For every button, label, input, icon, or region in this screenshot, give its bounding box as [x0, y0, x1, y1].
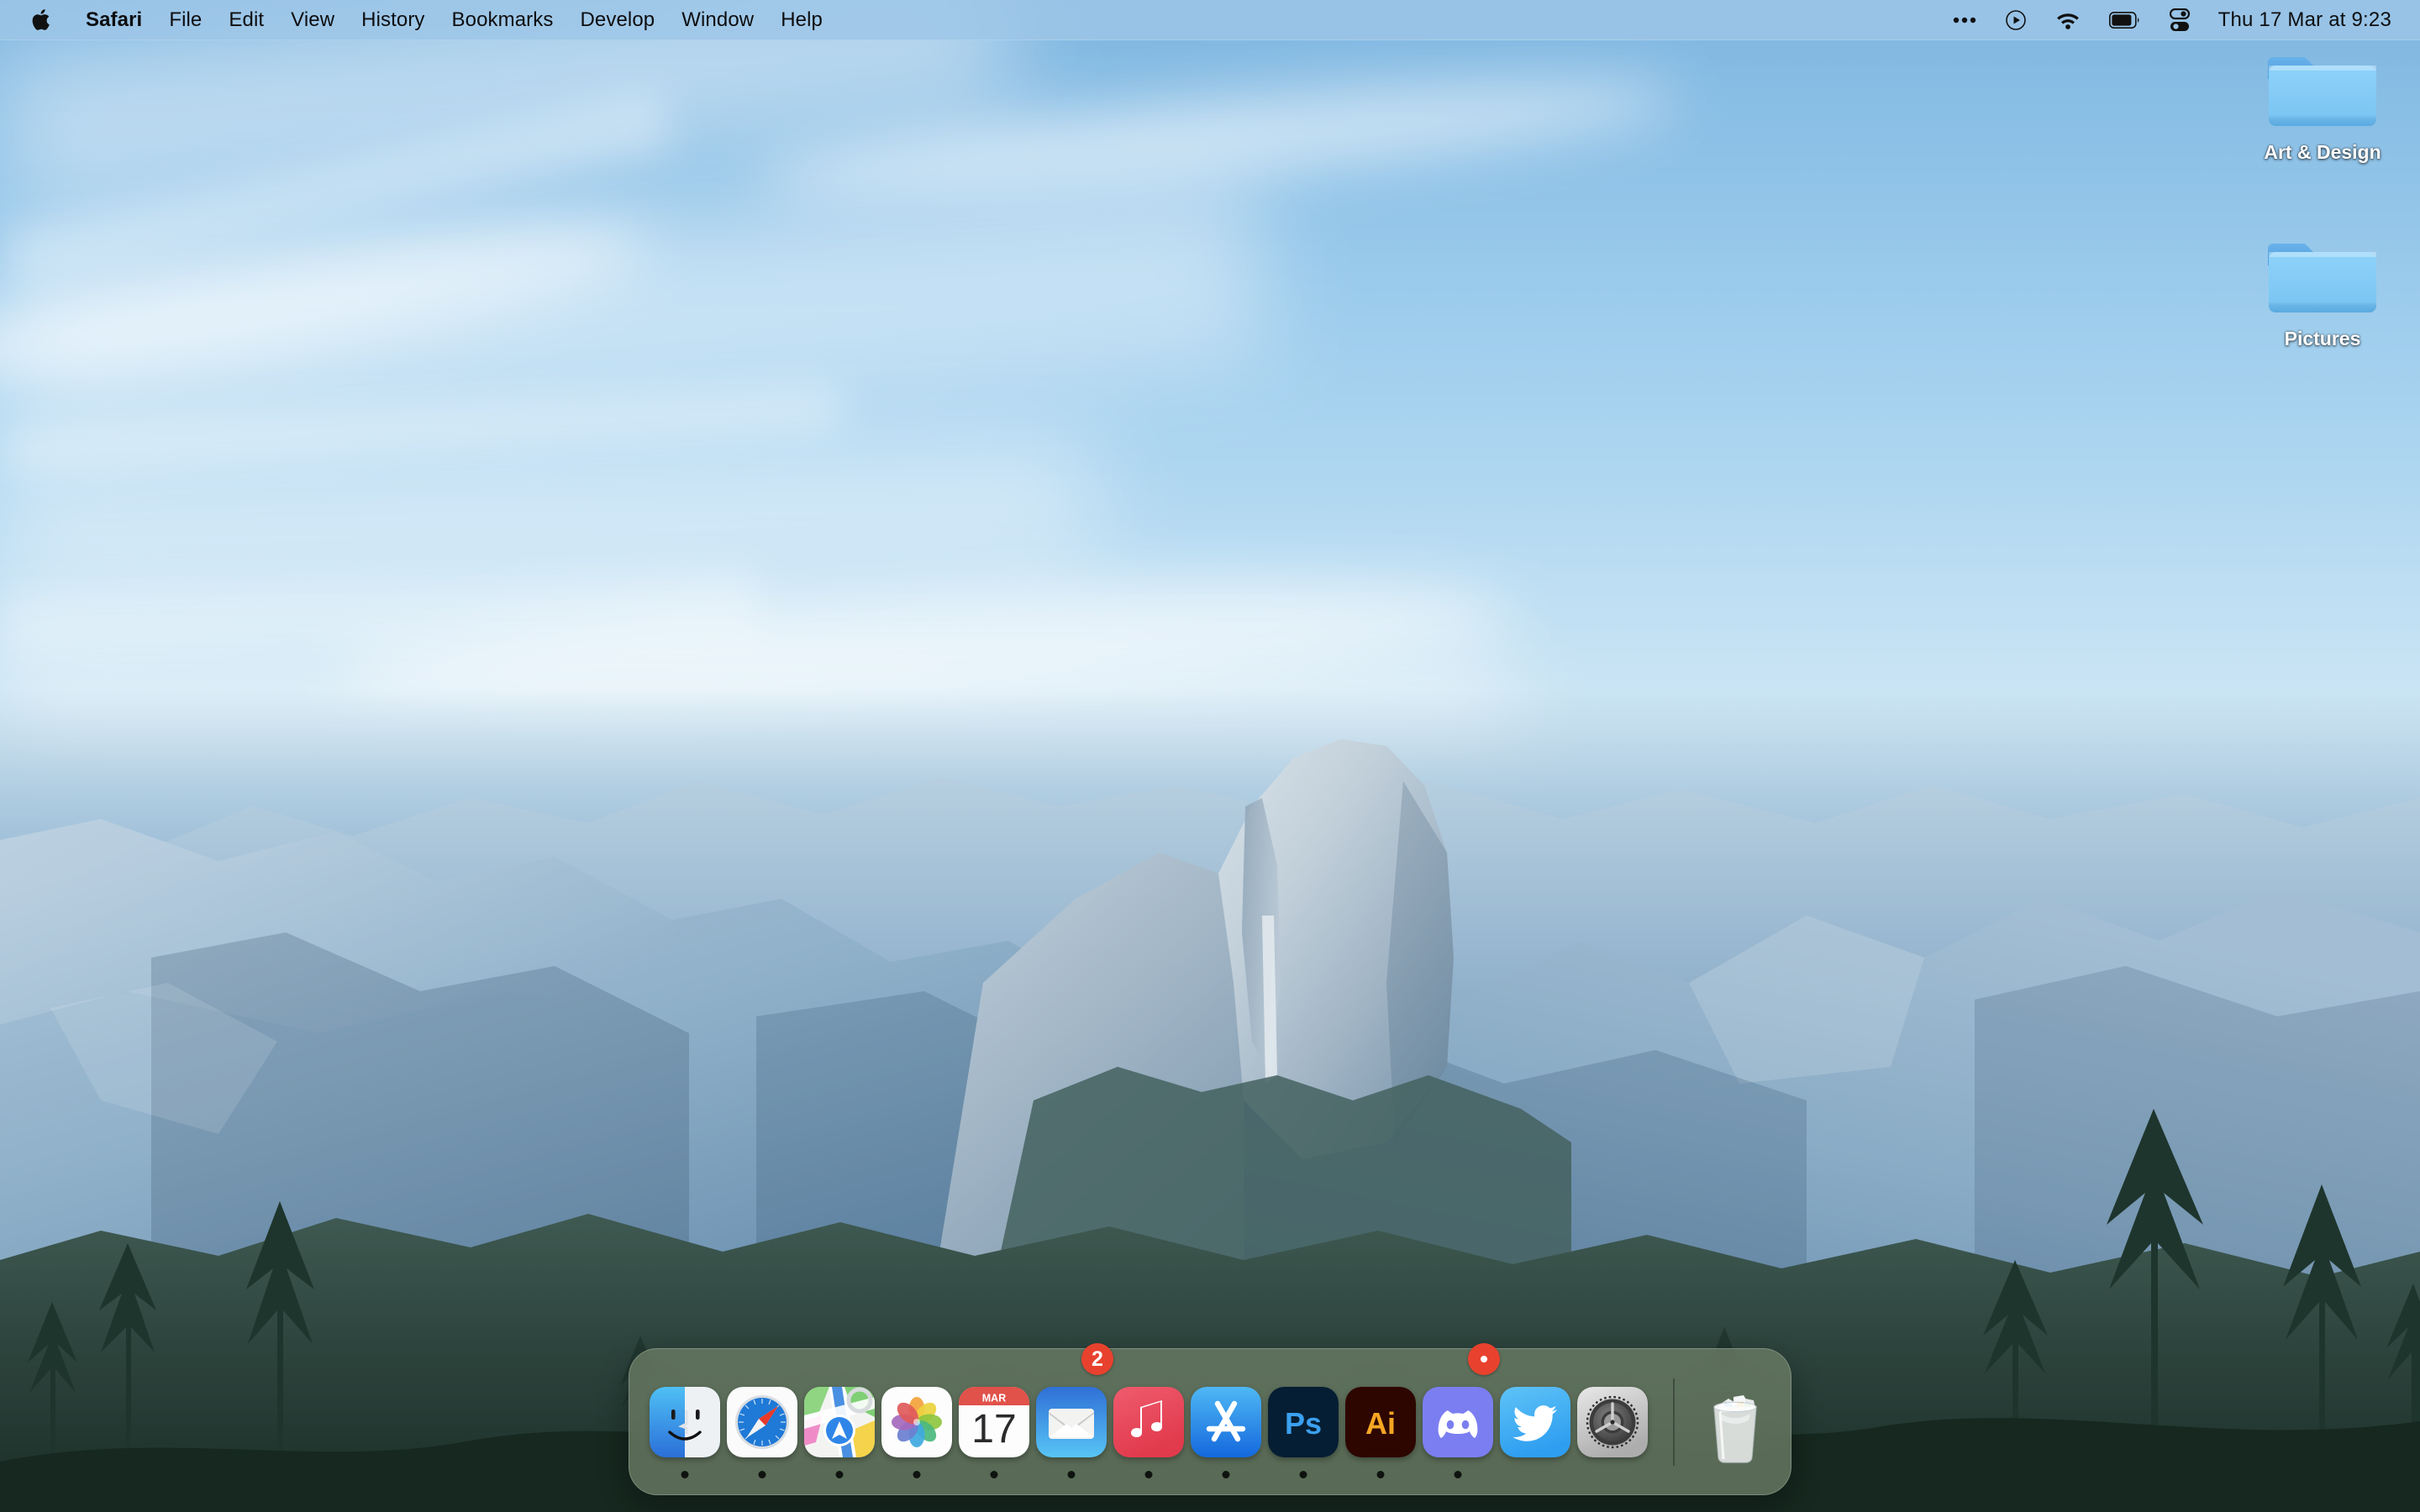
maps-icon	[804, 1386, 875, 1457]
running-indicator	[1376, 1471, 1385, 1478]
photos-pinwheel-icon	[881, 1386, 952, 1457]
folder-icon	[2268, 44, 2377, 131]
safari-compass-icon	[727, 1386, 797, 1457]
desktop-icon-art-and-design[interactable]: Art & Design	[2252, 44, 2393, 164]
now-playing-icon[interactable]	[2005, 9, 2027, 31]
running-indicator	[758, 1471, 766, 1478]
finder-icon	[650, 1386, 720, 1457]
menu-item-develop[interactable]: Develop	[566, 9, 668, 30]
twitter-bird-icon	[1500, 1386, 1570, 1457]
running-indicator	[1299, 1471, 1307, 1478]
dock-item-app-store[interactable]	[1187, 1348, 1265, 1495]
dock-item-maps[interactable]	[801, 1348, 878, 1495]
dock-separator	[1673, 1378, 1675, 1466]
desktop-icon-label: Pictures	[2284, 328, 2361, 349]
running-indicator	[913, 1471, 921, 1478]
running-indicator	[1144, 1471, 1153, 1478]
menu-item-safari[interactable]: Safari	[72, 9, 155, 30]
discord-badge	[1468, 1343, 1500, 1375]
desktop-wallpaper	[0, 0, 2420, 1512]
battery-icon[interactable]	[2108, 11, 2141, 29]
menu-bar-clock[interactable]: Thu 17 Mar at 9:23	[2218, 8, 2391, 32]
menu-item-edit[interactable]: Edit	[215, 9, 277, 30]
control-center-icon[interactable]	[2169, 8, 2190, 32]
running-indicator	[835, 1471, 844, 1478]
dock: MAR 17 2 Ps Ai	[629, 1343, 1791, 1495]
folder-icon	[2268, 230, 2377, 318]
dock-item-twitter[interactable]	[1497, 1348, 1574, 1495]
dock-item-safari[interactable]	[723, 1348, 801, 1495]
wifi-icon[interactable]	[2055, 11, 2081, 29]
illustrator-icon: Ai	[1345, 1386, 1416, 1457]
calendar-month-text: MAR	[982, 1392, 1006, 1404]
dock-item-mail[interactable]: 2	[1033, 1343, 1113, 1495]
menu-item-bookmarks[interactable]: Bookmarks	[439, 9, 567, 30]
menu-item-help[interactable]: Help	[767, 9, 836, 30]
menu-item-history[interactable]: History	[348, 9, 438, 30]
menu-item-file[interactable]: File	[155, 9, 215, 30]
mail-badge: 2	[1081, 1343, 1113, 1375]
more-ellipsis-icon[interactable]	[1953, 16, 1976, 24]
app-store-icon	[1191, 1386, 1261, 1457]
dock-item-music[interactable]	[1110, 1348, 1187, 1495]
dock-item-finder[interactable]	[646, 1348, 723, 1495]
running-indicator	[1067, 1471, 1076, 1478]
menu-bar-status-area: Thu 17 Mar at 9:23	[1953, 8, 2420, 32]
mail-envelope-icon	[1036, 1386, 1107, 1457]
music-note-icon	[1113, 1386, 1184, 1457]
running-indicator	[1222, 1471, 1230, 1478]
dock-item-system-settings[interactable]	[1574, 1348, 1651, 1495]
dock-item-calendar[interactable]: MAR 17	[955, 1348, 1033, 1495]
running-indicator	[681, 1471, 689, 1478]
dock-item-illustrator[interactable]: Ai	[1342, 1348, 1419, 1495]
calendar-icon: MAR 17	[959, 1386, 1029, 1457]
photoshop-glyph: Ps	[1285, 1406, 1322, 1441]
menu-item-window[interactable]: Window	[668, 9, 767, 30]
desktop-icon-pictures[interactable]: Pictures	[2252, 230, 2393, 350]
running-indicator	[1454, 1471, 1462, 1478]
running-indicator	[990, 1471, 998, 1478]
discord-icon	[1423, 1386, 1493, 1457]
trash-full-icon	[1700, 1387, 1770, 1463]
desktop-icon-label: Art & Design	[2264, 141, 2381, 163]
dock-item-photos[interactable]	[878, 1348, 955, 1495]
dock-item-trash[interactable]	[1697, 1348, 1774, 1495]
photoshop-icon: Ps	[1268, 1386, 1339, 1457]
gear-settings-icon	[1577, 1386, 1648, 1457]
dock-item-discord[interactable]	[1419, 1343, 1500, 1495]
illustrator-glyph: Ai	[1365, 1406, 1396, 1441]
dock-item-photoshop[interactable]: Ps	[1265, 1348, 1342, 1495]
menu-item-view[interactable]: View	[277, 9, 348, 30]
calendar-day-text: 17	[971, 1407, 1016, 1452]
menu-bar: Safari File Edit View History Bookmarks …	[0, 0, 2420, 40]
apple-logo-icon[interactable]	[30, 8, 50, 32]
